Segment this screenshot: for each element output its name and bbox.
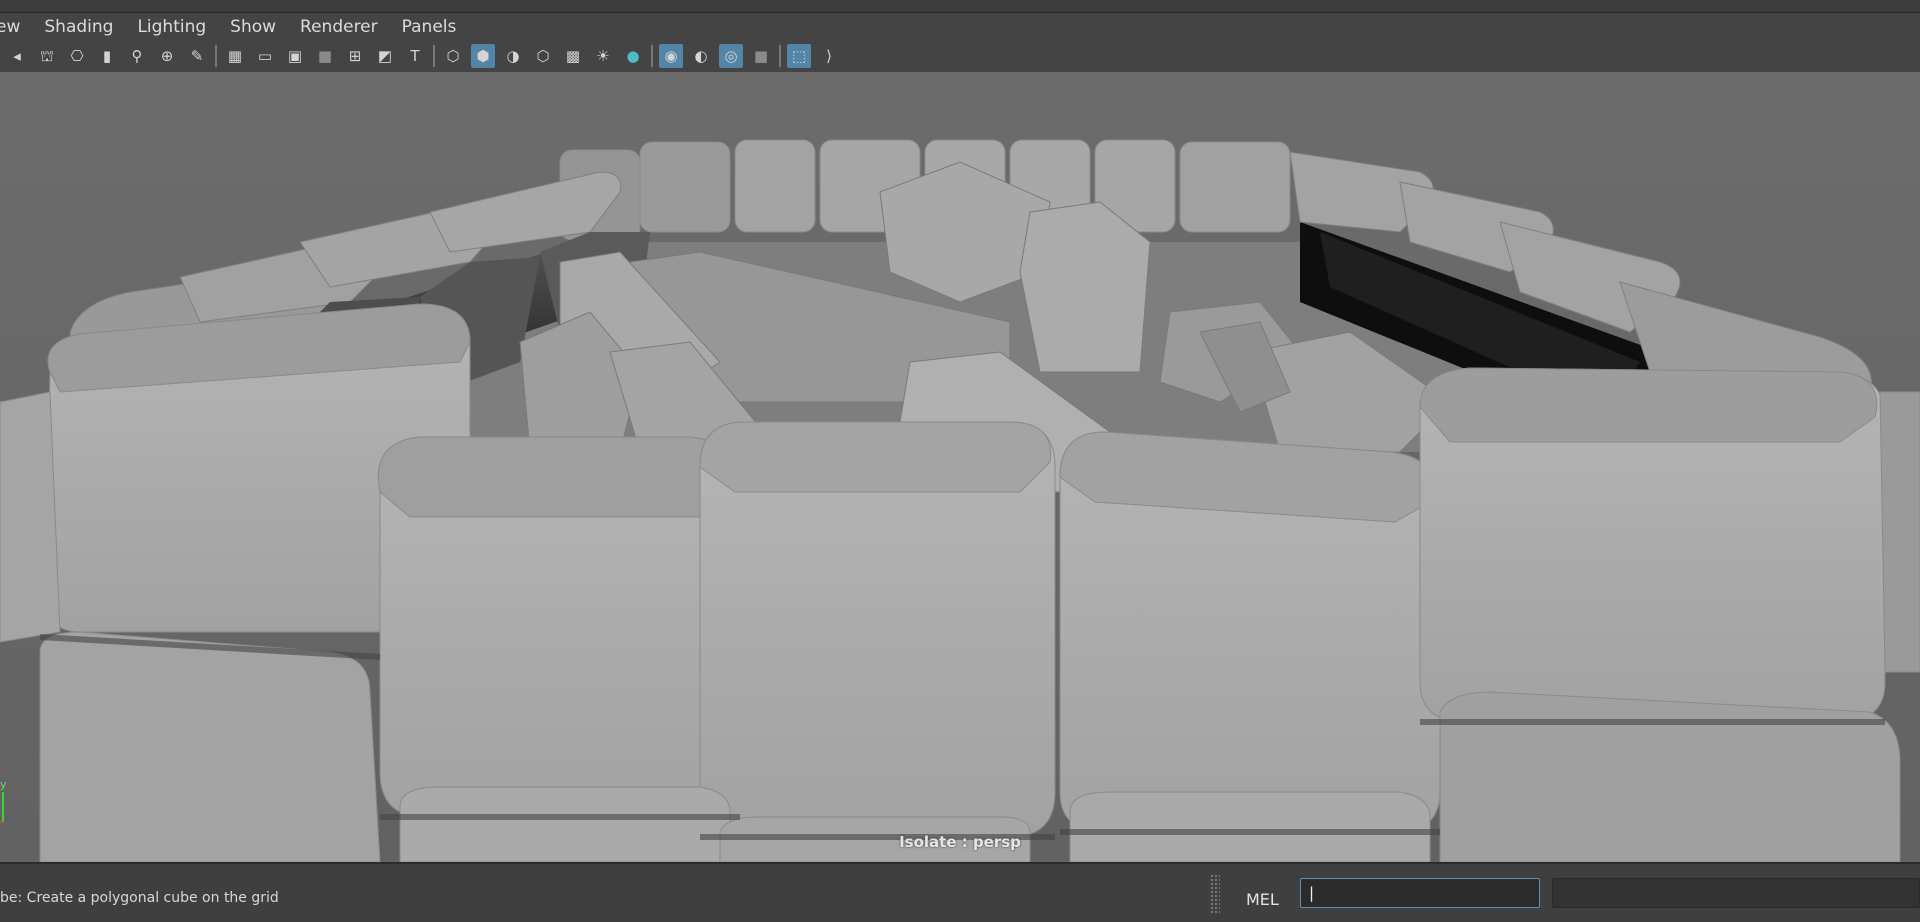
screen-space-ao-icon[interactable]: ◉ bbox=[659, 44, 683, 68]
menu-lighting[interactable]: Lighting bbox=[125, 17, 218, 37]
textured-icon[interactable]: ▩ bbox=[561, 44, 585, 68]
menu-panels[interactable]: Panels bbox=[390, 17, 469, 37]
smooth-shade-icon[interactable]: ⬢ bbox=[471, 44, 495, 68]
mel-result-field bbox=[1552, 878, 1920, 908]
depth-of-field-icon[interactable]: ■ bbox=[749, 44, 773, 68]
resolution-gate-icon[interactable]: ▣ bbox=[283, 44, 307, 68]
wireframe-on-shaded-icon[interactable]: ◑ bbox=[501, 44, 525, 68]
film-gate-icon[interactable]: ▭ bbox=[253, 44, 277, 68]
grid-icon[interactable]: ▦ bbox=[223, 44, 247, 68]
gate-mask-icon[interactable]: ■ bbox=[313, 44, 337, 68]
toolbar-separator bbox=[433, 45, 435, 67]
isolate-select-icon[interactable]: ⬚ bbox=[787, 44, 811, 68]
window-top-strip bbox=[0, 0, 1920, 13]
help-line-text: be: Create a polygonal cube on the grid bbox=[0, 890, 279, 906]
camera-attributes-icon[interactable]: ⎔ bbox=[65, 44, 89, 68]
perspective-viewport[interactable]: y bbox=[0, 72, 1920, 862]
wireframe-icon[interactable]: ⬡ bbox=[441, 44, 465, 68]
toolbar-separator bbox=[779, 45, 781, 67]
default-material-icon[interactable]: ⬡ bbox=[531, 44, 555, 68]
safe-action-icon[interactable]: ◩ bbox=[373, 44, 397, 68]
axis-y-label: y bbox=[0, 778, 7, 791]
multisample-aa-icon[interactable]: ◎ bbox=[719, 44, 743, 68]
menu-renderer[interactable]: Renderer bbox=[288, 17, 390, 37]
toolbar-separator bbox=[651, 45, 653, 67]
menu-view[interactable]: ew bbox=[0, 17, 32, 37]
menu-shading[interactable]: Shading bbox=[32, 17, 125, 37]
camera-previous-icon[interactable]: ◂ bbox=[5, 44, 29, 68]
isolate-label: Isolate : persp bbox=[899, 833, 1021, 851]
view-axis-indicator: y bbox=[0, 778, 7, 823]
help-line-bar: be: Create a polygonal cube on the grid … bbox=[0, 862, 1920, 922]
image-plane-icon[interactable]: ⚲ bbox=[125, 44, 149, 68]
shadows-icon[interactable]: ● bbox=[621, 44, 645, 68]
grease-pencil-icon[interactable]: ✎ bbox=[185, 44, 209, 68]
drag-handle[interactable] bbox=[1210, 874, 1220, 914]
panel-menubar: ew Shading Lighting Show Renderer Panels bbox=[0, 13, 1920, 41]
mel-command-input[interactable] bbox=[1300, 878, 1540, 908]
motion-blur-icon[interactable]: ◐ bbox=[689, 44, 713, 68]
toolbar-separator bbox=[215, 45, 217, 67]
bookmark-icon[interactable]: ▮ bbox=[95, 44, 119, 68]
scene-render bbox=[0, 72, 1920, 862]
field-chart-icon[interactable]: ⊞ bbox=[343, 44, 367, 68]
camera-lock-icon[interactable]: ⛫ bbox=[35, 44, 59, 68]
mel-label[interactable]: MEL bbox=[1246, 890, 1279, 909]
xray-icon[interactable]: ⟩ bbox=[817, 44, 841, 68]
use-lights-icon[interactable]: ☀ bbox=[591, 44, 615, 68]
zoom-camera-icon[interactable]: ⊕ bbox=[155, 44, 179, 68]
panel-toolbar: ◂ ⛫ ⎔ ▮ ⚲ ⊕ ✎ ▦ ▭ ▣ ■ ⊞ ◩ T ⬡ ⬢ ◑ ⬡ ▩ ☀ … bbox=[0, 41, 1920, 71]
menu-show[interactable]: Show bbox=[218, 17, 288, 37]
safe-title-icon[interactable]: T bbox=[403, 44, 427, 68]
